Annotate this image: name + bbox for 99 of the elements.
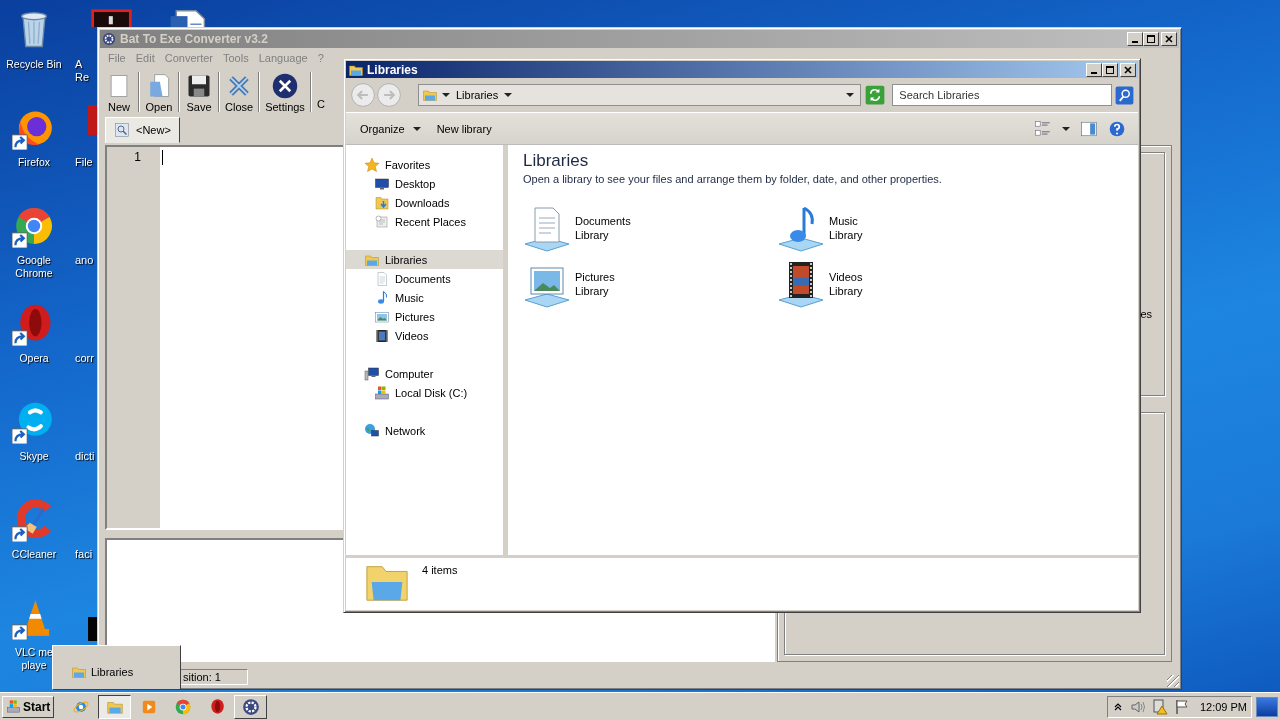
nav-item[interactable]: Favorites	[346, 155, 503, 174]
caret-icon[interactable]	[1062, 124, 1070, 133]
nav-item[interactable]: Music	[346, 288, 503, 307]
nav-item[interactable]: Computer	[346, 364, 503, 383]
toolbar-button[interactable]: Save	[184, 69, 214, 115]
view-options-icon[interactable]	[1034, 119, 1052, 138]
gear-icon	[102, 32, 116, 46]
window-title: Bat To Exe Converter v3.2	[120, 32, 269, 46]
desktop-icon-label[interactable]: corr	[75, 352, 94, 365]
caret-icon[interactable]	[504, 91, 513, 99]
nav-item[interactable]: Videos	[346, 326, 503, 345]
library-item[interactable]: Pictures Library	[523, 257, 777, 311]
network-warning-icon[interactable]	[1152, 698, 1168, 715]
window-title: Libraries	[367, 62, 419, 77]
start-button[interactable]: Start	[2, 695, 55, 718]
nav-item[interactable]: Desktop	[346, 174, 503, 193]
desktop-icon-label[interactable]: Opera	[19, 352, 49, 365]
document-icon	[523, 204, 571, 252]
item-count: 4 items	[422, 564, 458, 576]
resize-grip[interactable]	[1167, 675, 1179, 687]
dropdown-arrow-icon[interactable]	[846, 91, 855, 99]
close-icon	[1123, 64, 1133, 75]
minimize-button[interactable]	[1127, 32, 1143, 46]
editor-tab[interactable]: <New>	[105, 117, 180, 143]
toolbar-button[interactable]: Open	[144, 69, 174, 115]
library-item[interactable]: Videos Library	[777, 257, 1031, 311]
minimize-button[interactable]	[1086, 62, 1102, 77]
nav-item[interactable]: Downloads	[346, 193, 503, 212]
caret-icon[interactable]	[442, 91, 450, 99]
close-button[interactable]	[1120, 62, 1136, 77]
preview-title: Libraries	[91, 666, 134, 678]
toolbar-button[interactable]: Close	[224, 69, 255, 115]
gear-icon	[241, 697, 260, 716]
line-number: 1	[134, 150, 141, 164]
search-button[interactable]	[1115, 85, 1134, 105]
desktop-icon-label[interactable]: Google Chrome	[0, 254, 68, 280]
app-icon[interactable]	[90, 8, 133, 27]
page-heading: Libraries	[523, 151, 590, 171]
flag-icon[interactable]	[1174, 698, 1190, 715]
computer-icon	[364, 365, 380, 382]
monitor-icon	[374, 175, 390, 192]
desktop-icon-label[interactable]: Recycle Bin	[6, 58, 62, 71]
music-note-icon	[777, 204, 825, 252]
toolbar-button[interactable]: New	[104, 69, 134, 115]
show-desktop-button[interactable]	[1256, 696, 1278, 717]
desktop-icon-label[interactable]: Firefox	[17, 156, 51, 169]
library-item[interactable]: Documents Library	[523, 201, 777, 255]
desktop-icon-label[interactable]: CCleaner	[11, 548, 57, 561]
clock[interactable]: 12:09 PM	[1199, 700, 1247, 713]
star-icon	[364, 156, 380, 173]
command-button[interactable]: New library	[428, 119, 500, 138]
nav-item[interactable]: Local Disk (C:)	[346, 383, 503, 402]
nav-item[interactable]: Libraries	[346, 250, 503, 269]
page-icon	[114, 122, 130, 138]
hard-disk-icon	[374, 384, 390, 401]
desktop-icon-label[interactable]: A Re	[75, 58, 90, 84]
text-cursor	[162, 150, 163, 165]
minimize-icon	[1091, 71, 1097, 74]
caret-icon	[412, 124, 421, 133]
toolbar-button[interactable]: Settings	[264, 69, 306, 115]
address-bar[interactable]: Libraries	[418, 84, 862, 106]
help-icon[interactable]	[1108, 119, 1126, 138]
app-icon	[173, 697, 192, 716]
library-item[interactable]: Music Library	[777, 201, 1031, 255]
film-icon	[777, 260, 825, 308]
nav-item[interactable]: Pictures	[346, 307, 503, 326]
library-folder-icon	[422, 87, 438, 103]
maximize-button[interactable]	[1102, 62, 1118, 77]
library-folder-icon	[71, 664, 87, 680]
maximize-button[interactable]	[1143, 32, 1159, 46]
film-icon	[374, 327, 390, 344]
option-label: es	[1140, 308, 1152, 320]
search-field[interactable]: Search Libraries	[892, 84, 1112, 106]
description: Open a library to see your files and arrange them by folder, date, and other properties.	[523, 173, 943, 185]
desktop-icon-label[interactable]: File	[75, 156, 93, 169]
minimize-icon	[1132, 41, 1138, 43]
toolbar-button[interactable]: C	[315, 70, 326, 114]
nav-item[interactable]: Documents	[346, 269, 503, 288]
close-button[interactable]	[1161, 32, 1177, 46]
download-folder-icon	[374, 194, 390, 211]
document-icon	[374, 270, 390, 287]
desktop-icon-label[interactable]: faci	[75, 548, 93, 561]
globe-icon	[364, 422, 380, 439]
maximize-icon	[1146, 34, 1156, 44]
nav-item[interactable]: Network	[346, 421, 503, 440]
command-button[interactable]: Organize	[352, 119, 429, 138]
desktop-icon-label[interactable]: ano	[75, 254, 94, 267]
taskbar-button[interactable]	[98, 694, 132, 719]
breadcrumb-button[interactable]: Libraries	[454, 89, 501, 101]
maximize-icon	[1105, 64, 1115, 75]
desktop-icon-label[interactable]: VLC me playe	[15, 646, 53, 672]
list-page-icon	[374, 213, 390, 230]
windows-logo-icon	[6, 699, 21, 714]
nav-item[interactable]: Recent Places	[346, 212, 503, 231]
preview-pane-icon[interactable]	[1080, 119, 1098, 138]
desktop-icon-label[interactable]: Skype	[19, 450, 49, 463]
desktop-icon-label[interactable]: dicti	[75, 450, 95, 463]
refresh-button[interactable]	[865, 85, 886, 105]
close-icon	[1164, 34, 1174, 44]
